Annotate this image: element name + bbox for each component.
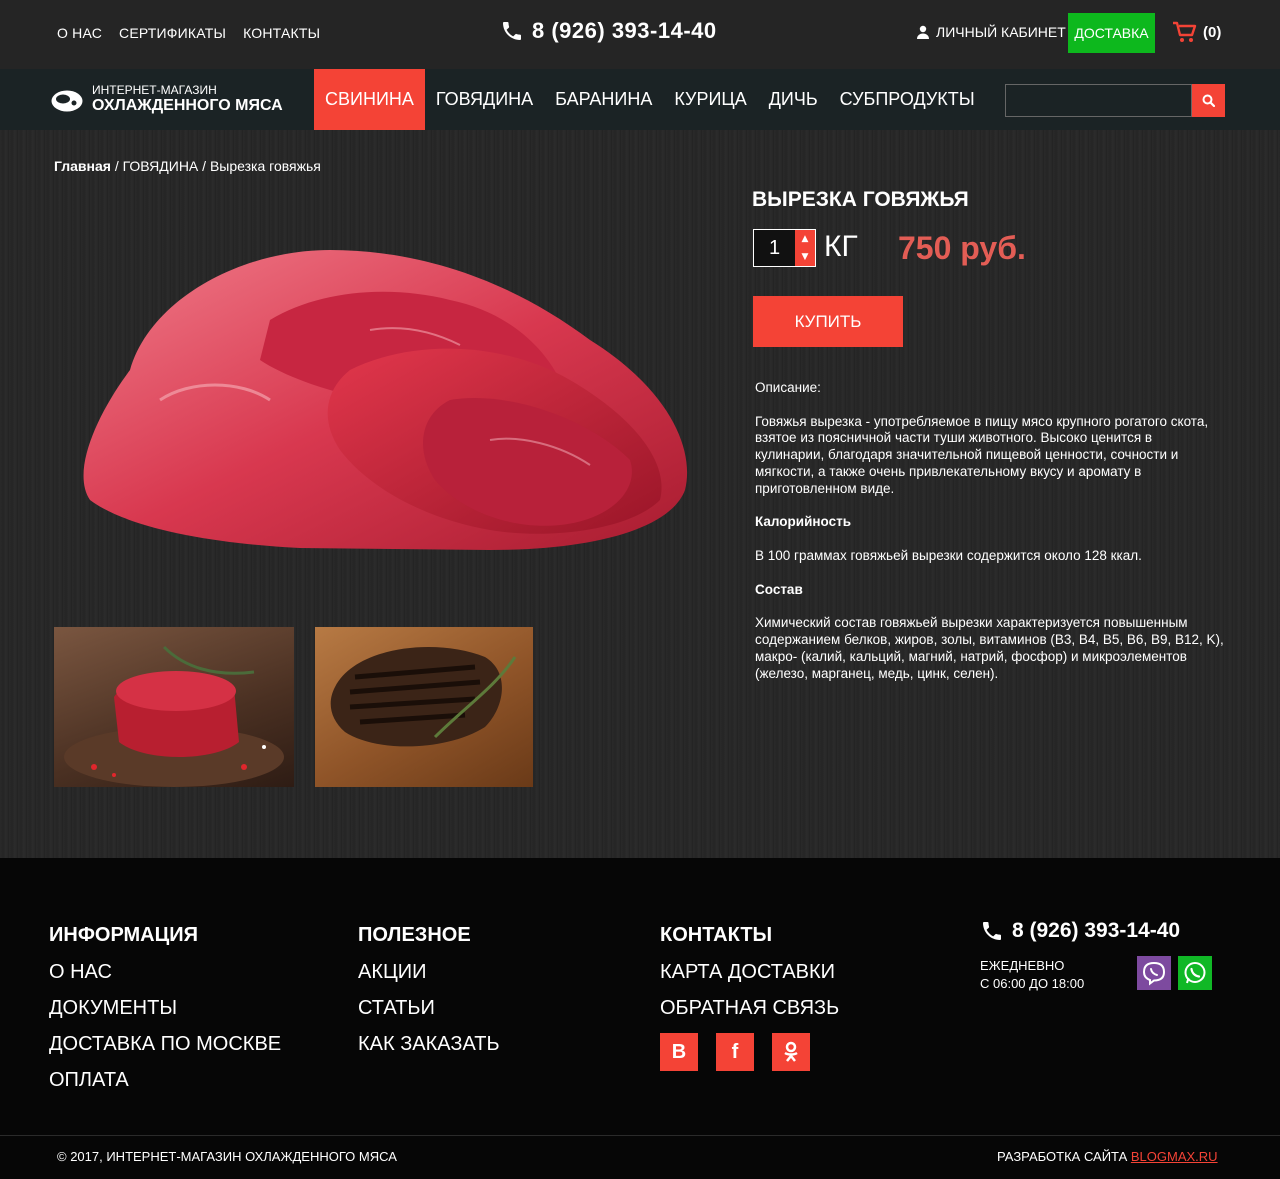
footer-link-articles[interactable]: СТАТЬИ bbox=[358, 997, 500, 1019]
quantity-stepper[interactable]: 1 ▲ ▼ bbox=[753, 229, 816, 267]
breadcrumb-home[interactable]: Главная bbox=[54, 158, 111, 174]
category-menu: СВИНИНА ГОВЯДИНА БАРАНИНА КУРИЦА ДИЧЬ СУ… bbox=[314, 69, 986, 130]
description-heading: Описание: bbox=[755, 380, 821, 395]
footer-info-heading: ИНФОРМАЦИЯ bbox=[49, 924, 198, 946]
footer-link-delivery-map[interactable]: КАРТА ДОСТАВКИ bbox=[660, 961, 839, 983]
hours-line-2: С 06:00 ДО 18:00 bbox=[980, 976, 1085, 991]
cart-button[interactable]: (0) bbox=[1172, 20, 1221, 44]
menu-item-lamb[interactable]: БАРАНИНА bbox=[544, 69, 663, 130]
quantity-value[interactable]: 1 bbox=[754, 230, 795, 266]
footer-contacts-column: КОНТАКТЫ КАРТА ДОСТАВКИ ОБРАТНАЯ СВЯЗЬ В… bbox=[660, 924, 839, 1071]
product-description: Описание: Говяжья вырезка - употребляемо… bbox=[755, 380, 1225, 699]
header-phone[interactable]: 8 (926) 393-14-40 bbox=[500, 18, 717, 44]
footer-link-documents[interactable]: ДОКУМЕНТЫ bbox=[49, 997, 281, 1019]
menu-item-beef[interactable]: ГОВЯДИНА bbox=[425, 69, 544, 130]
footer-link-payment[interactable]: ОПЛАТА bbox=[49, 1069, 281, 1091]
breadcrumb-current: Вырезка говяжья bbox=[209, 158, 321, 174]
logo-line-2: ОХЛАЖДЕННОГО МЯСА bbox=[92, 97, 283, 114]
meat-logo-icon bbox=[51, 90, 83, 111]
phone-icon bbox=[503, 22, 521, 40]
delivery-button[interactable]: ДОСТАВКА bbox=[1068, 13, 1155, 53]
cart-icon bbox=[1173, 21, 1197, 42]
breadcrumb: Главная / ГОВЯДИНА / Вырезка говяжья bbox=[54, 158, 321, 174]
viber-icon[interactable] bbox=[1137, 956, 1171, 990]
quantity-unit: КГ bbox=[824, 230, 858, 263]
account-label: ЛИЧНЫЙ КАБИНЕТ bbox=[936, 24, 1066, 40]
chevron-down-icon[interactable]: ▼ bbox=[802, 252, 809, 262]
quantity-arrows: ▲ ▼ bbox=[795, 230, 815, 266]
composition-text: Химический состав говяжьей вырезки харак… bbox=[755, 615, 1224, 681]
search-button[interactable] bbox=[1192, 84, 1225, 117]
grilled-steak-image bbox=[330, 647, 517, 747]
product-title: ВЫРЕЗКА ГОВЯЖЬЯ bbox=[752, 188, 969, 211]
product-main-image[interactable] bbox=[70, 230, 700, 570]
main-navbar: ИНТЕРНЕТ-МАГАЗИН ОХЛАЖДЕННОГО МЯСА СВИНИ… bbox=[0, 69, 1280, 130]
developer-label: РАЗРАБОТКА САЙТА bbox=[997, 1149, 1128, 1164]
developer-link[interactable]: BLOGMAX.RU bbox=[1131, 1149, 1218, 1164]
breadcrumb-separator: / bbox=[114, 158, 123, 174]
top-links: О НАС СЕРТИФИКАТЫ КОНТАКТЫ bbox=[57, 25, 320, 41]
composition-heading: Состав bbox=[755, 581, 803, 597]
cart-count: (0) bbox=[1203, 23, 1222, 41]
whatsapp-icon[interactable] bbox=[1178, 956, 1212, 990]
phone-icon bbox=[983, 922, 1001, 940]
vk-icon[interactable]: В bbox=[660, 1033, 698, 1071]
top-link-certificates[interactable]: СЕРТИФИКАТЫ bbox=[119, 25, 226, 41]
ok-icon bbox=[784, 1041, 798, 1062]
top-link-contacts[interactable]: КОНТАКТЫ bbox=[243, 25, 320, 41]
user-icon bbox=[917, 25, 929, 39]
footer-link-how-to-order[interactable]: КАК ЗАКАЗАТЬ bbox=[358, 1033, 500, 1055]
site-footer: ИНФОРМАЦИЯ О НАС ДОКУМЕНТЫ ДОСТАВКА ПО М… bbox=[0, 858, 1280, 1179]
search-icon bbox=[1202, 94, 1215, 107]
search-input[interactable] bbox=[1005, 84, 1192, 117]
footer-link-about[interactable]: О НАС bbox=[49, 961, 281, 983]
copyright: © 2017, ИНТЕРНЕТ-МАГАЗИН ОХЛАЖДЕННОГО МЯ… bbox=[57, 1149, 397, 1164]
footer-contacts-heading: КОНТАКТЫ bbox=[660, 924, 773, 946]
footer-useful-column: ПОЛЕЗНОЕ АКЦИИ СТАТЬИ КАК ЗАКАЗАТЬ bbox=[358, 924, 500, 1069]
product-price: 750 руб. bbox=[898, 230, 1026, 266]
product-thumbnail-2[interactable] bbox=[315, 627, 533, 787]
breadcrumb-category[interactable]: ГОВЯДИНА bbox=[123, 158, 199, 174]
calories-heading: Калорийность bbox=[755, 514, 852, 530]
footer-link-delivery-moscow[interactable]: ДОСТАВКА ПО МОСКВЕ bbox=[49, 1033, 281, 1055]
footer-phone-number: 8 (926) 393-14-40 bbox=[1012, 919, 1181, 942]
footer-useful-heading: ПОЛЕЗНОЕ bbox=[358, 924, 471, 946]
facebook-icon[interactable]: f bbox=[716, 1033, 754, 1071]
footer-link-promotions[interactable]: АКЦИИ bbox=[358, 961, 500, 983]
top-link-about[interactable]: О НАС bbox=[57, 25, 102, 41]
menu-item-pork[interactable]: СВИНИНА bbox=[314, 69, 425, 130]
calories-text: В 100 граммах говяжьей вырезки содержитс… bbox=[755, 547, 1142, 563]
hours-line-1: ЕЖЕДНЕВНО bbox=[980, 958, 1065, 973]
social-links: В f bbox=[660, 1033, 839, 1071]
breadcrumb-separator: / bbox=[202, 158, 210, 174]
raw-steak-image bbox=[64, 645, 284, 787]
top-bar: О НАС СЕРТИФИКАТЫ КОНТАКТЫ 8 (926) 393-1… bbox=[0, 0, 1280, 69]
footer-link-feedback[interactable]: ОБРАТНАЯ СВЯЗЬ bbox=[660, 997, 839, 1019]
chevron-up-icon[interactable]: ▲ bbox=[802, 234, 809, 244]
working-hours: ЕЖЕДНЕВНО С 06:00 ДО 18:00 bbox=[980, 957, 1084, 993]
search-box bbox=[1005, 84, 1225, 117]
menu-item-offal[interactable]: СУБПРОДУКТЫ bbox=[829, 69, 986, 130]
footer-info-column: ИНФОРМАЦИЯ О НАС ДОКУМЕНТЫ ДОСТАВКА ПО М… bbox=[49, 924, 281, 1105]
description-text: Говяжья вырезка - употребляемое в пищу м… bbox=[755, 413, 1209, 496]
menu-item-game[interactable]: ДИЧЬ bbox=[758, 69, 829, 130]
footer-divider bbox=[0, 1135, 1280, 1136]
developer-credit: РАЗРАБОТКА САЙТА BLOGMAX.RU bbox=[997, 1149, 1218, 1164]
account-link[interactable]: ЛИЧНЫЙ КАБИНЕТ bbox=[916, 24, 1066, 40]
menu-item-chicken[interactable]: КУРИЦА bbox=[663, 69, 757, 130]
logo-line-1: ИНТЕРНЕТ-МАГАЗИН bbox=[92, 83, 217, 97]
footer-phone[interactable]: 8 (926) 393-14-40 bbox=[980, 919, 1180, 943]
header-phone-number: 8 (926) 393-14-40 bbox=[532, 18, 717, 43]
buy-button[interactable]: КУПИТЬ bbox=[753, 296, 903, 347]
site-logo[interactable]: ИНТЕРНЕТ-МАГАЗИН ОХЛАЖДЕННОГО МЯСА bbox=[50, 84, 283, 115]
product-page: Главная / ГОВЯДИНА / Вырезка говяжья ВЫР… bbox=[0, 130, 1280, 858]
product-thumbnail-1[interactable] bbox=[54, 627, 294, 787]
odnoklassniki-icon[interactable] bbox=[772, 1033, 810, 1071]
